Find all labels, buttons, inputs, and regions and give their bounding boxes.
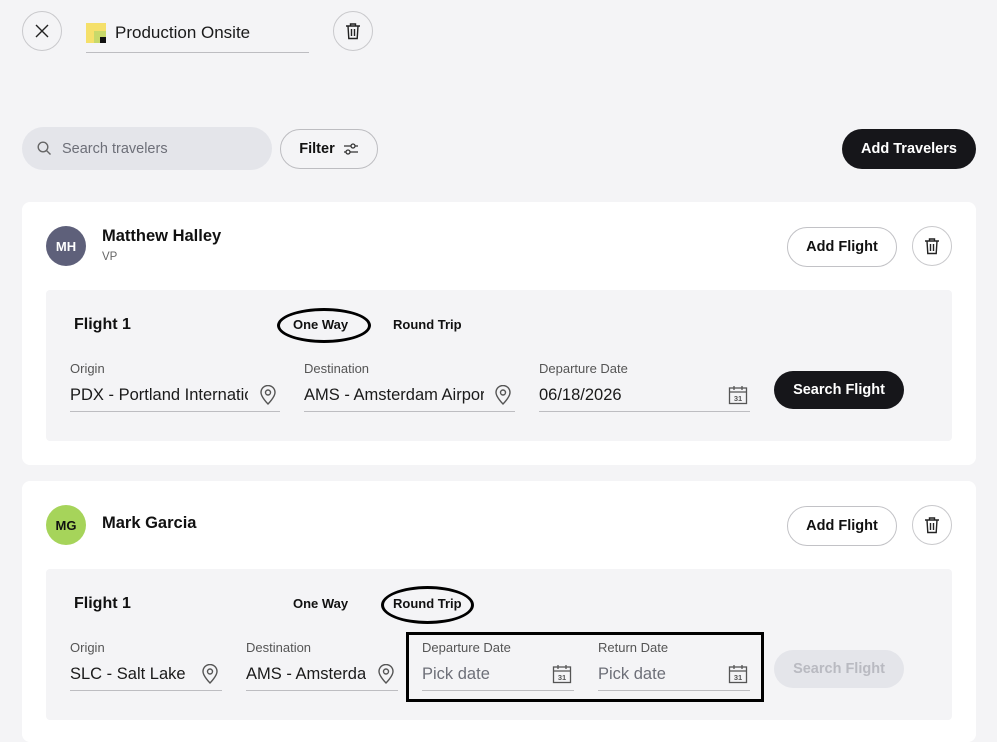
event-title-field[interactable]: Production Onsite xyxy=(86,14,309,53)
traveler-name: Matthew Halley xyxy=(102,227,222,245)
add-flight-button[interactable]: Add Flight xyxy=(787,506,897,546)
search-icon xyxy=(37,141,51,155)
destination-label: Destination xyxy=(246,640,312,655)
departure-date-value: 06/18/2026 xyxy=(539,385,622,404)
origin-label: Origin xyxy=(70,361,105,376)
departure-date-placeholder: Pick date xyxy=(422,664,490,683)
avatar: MG xyxy=(46,505,86,545)
trash-icon xyxy=(925,238,939,255)
delete-event-button[interactable] xyxy=(333,11,373,51)
departure-date-field[interactable]: 06/18/2026 31 xyxy=(539,379,750,412)
trip-type-one-way[interactable]: One Way xyxy=(293,317,348,332)
return-date-placeholder: Pick date xyxy=(598,664,666,683)
flight-title: Flight 1 xyxy=(74,595,131,612)
origin-field[interactable]: SLC - Salt Lake City xyxy=(70,658,222,691)
origin-field[interactable]: PDX - Portland International xyxy=(70,379,280,412)
calendar-icon: 31 xyxy=(728,386,748,405)
filter-label: Filter xyxy=(299,141,335,157)
destination-field[interactable]: AMS - Amsterdam Airport xyxy=(304,379,515,412)
delete-traveler-button[interactable] xyxy=(912,226,952,266)
search-flight-button[interactable]: Search Flight xyxy=(774,650,904,688)
flight-title: Flight 1 xyxy=(74,316,131,333)
origin-label: Origin xyxy=(70,640,105,655)
departure-date-field[interactable]: Pick date 31 xyxy=(422,658,574,691)
origin-value: PDX - Portland International xyxy=(70,385,248,404)
svg-text:31: 31 xyxy=(558,673,566,682)
trash-icon xyxy=(346,23,360,40)
search-input[interactable] xyxy=(62,140,252,157)
flight-panel xyxy=(46,290,952,441)
destination-value: AMS - Amsterdam xyxy=(246,664,366,683)
return-date-field[interactable]: Pick date 31 xyxy=(598,658,750,691)
destination-value: AMS - Amsterdam Airport xyxy=(304,385,484,404)
destination-field[interactable]: AMS - Amsterdam xyxy=(246,658,398,691)
close-icon xyxy=(35,24,49,38)
add-flight-button[interactable]: Add Flight xyxy=(787,227,897,267)
delete-traveler-button[interactable] xyxy=(912,505,952,545)
traveler-name: Mark Garcia xyxy=(102,514,197,532)
calendar-icon: 31 xyxy=(552,665,572,684)
origin-value: SLC - Salt Lake City xyxy=(70,664,190,683)
map-pin-icon xyxy=(260,385,276,405)
traveler-role: VP xyxy=(102,251,118,263)
add-travelers-button[interactable]: Add Travelers xyxy=(842,129,976,169)
departure-date-label: Departure Date xyxy=(422,640,511,655)
calendar-icon: 31 xyxy=(728,665,748,684)
map-pin-icon xyxy=(495,385,511,405)
search-travelers[interactable] xyxy=(22,127,272,170)
svg-text:31: 31 xyxy=(734,673,742,682)
trip-type-round-trip[interactable]: Round Trip xyxy=(393,596,462,611)
trash-icon xyxy=(925,517,939,534)
return-date-label: Return Date xyxy=(598,640,669,655)
map-pin-icon xyxy=(202,664,218,684)
close-button[interactable] xyxy=(22,11,62,51)
destination-label: Destination xyxy=(304,361,370,376)
trip-type-one-way[interactable]: One Way xyxy=(293,596,348,611)
departure-date-label: Departure Date xyxy=(539,361,628,376)
filter-button[interactable]: Filter xyxy=(280,129,378,169)
trip-type-round-trip[interactable]: Round Trip xyxy=(393,317,462,332)
event-title: Production Onsite xyxy=(115,23,251,42)
svg-text:31: 31 xyxy=(734,394,742,403)
map-pin-icon xyxy=(378,664,394,684)
avatar: MH xyxy=(46,226,86,266)
sliders-icon xyxy=(343,143,358,155)
search-flight-button[interactable]: Search Flight xyxy=(774,371,904,409)
sticky-note-icon xyxy=(86,23,106,43)
